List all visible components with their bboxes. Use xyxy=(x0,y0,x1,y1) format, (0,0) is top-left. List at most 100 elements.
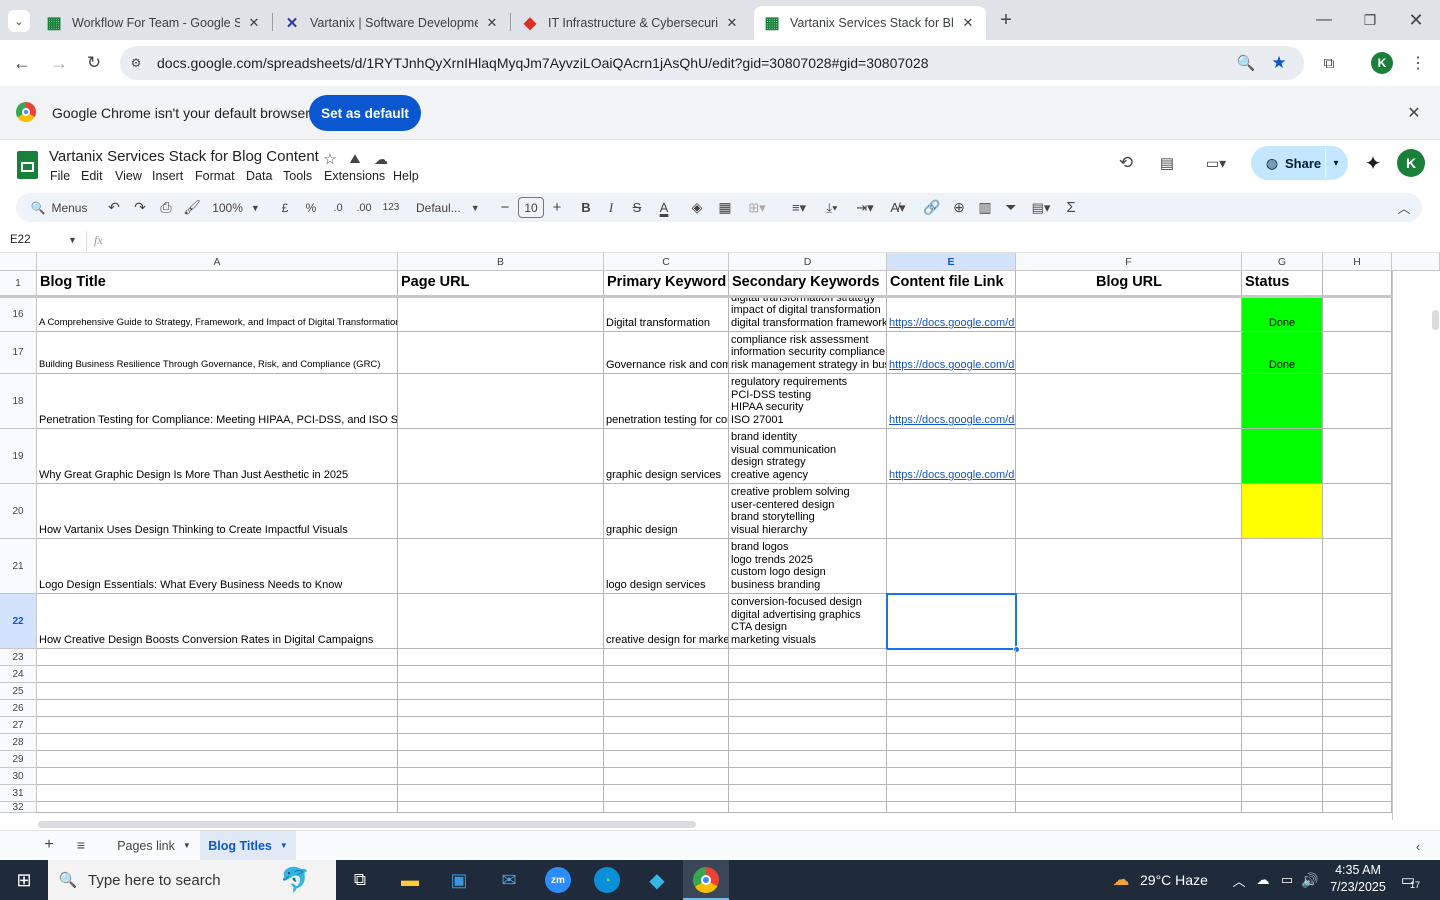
column-header-b[interactable]: B xyxy=(398,253,604,271)
weather-icon[interactable]: ☁ xyxy=(1108,869,1134,891)
column-header-c[interactable]: C xyxy=(604,253,729,271)
page-url-cell[interactable] xyxy=(398,594,604,649)
content-file-link[interactable]: https://docs.google.com/do xyxy=(889,317,1015,330)
empty-cell[interactable] xyxy=(604,666,729,683)
paint-format-icon[interactable]: 🖌 xyxy=(182,193,202,222)
empty-cell[interactable] xyxy=(729,751,887,768)
header-cell-d[interactable]: Secondary Keywords xyxy=(729,271,887,296)
text-color-button[interactable]: A xyxy=(655,193,673,222)
column-header-d[interactable]: D xyxy=(729,253,887,271)
zoom-app-icon[interactable]: zm xyxy=(545,867,571,893)
secondary-keywords-cell[interactable]: regulatory requirements PCI-DSS testing HI… xyxy=(729,374,887,429)
content-link-cell[interactable] xyxy=(887,484,1016,539)
empty-cell[interactable] xyxy=(887,751,1016,768)
title-cell[interactable]: A Comprehensive Guide to Strategy, Frame… xyxy=(37,298,398,332)
document-title[interactable]: Vartanix Services Stack for Blog Content xyxy=(49,148,319,165)
share-dropdown-icon[interactable]: ▾ xyxy=(1328,154,1344,172)
row-header-21[interactable]: 21 xyxy=(0,539,37,594)
content-file-link[interactable]: https://docs.google.com/do xyxy=(889,469,1015,482)
minimize-icon[interactable]: — xyxy=(1312,8,1336,32)
name-box[interactable]: E22 xyxy=(10,234,30,246)
empty-cell[interactable] xyxy=(398,734,604,751)
empty-cell[interactable] xyxy=(1323,649,1392,666)
text-wrap-icon[interactable]: ⇥▾ xyxy=(851,193,879,222)
empty-cell[interactable] xyxy=(398,768,604,785)
bold-button[interactable]: B xyxy=(578,193,594,222)
empty-cell[interactable] xyxy=(1323,751,1392,768)
clock-date[interactable]: 7/23/2025 xyxy=(1326,880,1390,894)
url-text[interactable]: docs.google.com/spreadsheets/d/1RYTJnhQy… xyxy=(157,55,929,71)
search-menus-button[interactable]: 🔍 Menus xyxy=(24,193,94,222)
empty-cell[interactable] xyxy=(1016,717,1242,734)
content-link-cell[interactable] xyxy=(887,594,1016,649)
file-explorer-icon[interactable]: ▬ xyxy=(398,868,422,892)
site-info-icon[interactable]: ⚙ xyxy=(126,53,146,73)
title-cell[interactable]: Penetration Testing for Compliance: Meet… xyxy=(37,374,398,429)
title-cell[interactable]: How Vartanix Uses Design Thinking to Cre… xyxy=(37,484,398,539)
browser-tab-1[interactable]: ▦ Workflow For Team - Google Sh ✕ xyxy=(36,6,272,40)
header-cell-h[interactable] xyxy=(1323,271,1392,296)
header-cell-a[interactable]: Blog Title xyxy=(37,271,398,296)
empty-cell[interactable] xyxy=(604,700,729,717)
weather-text[interactable]: 29°C Haze xyxy=(1140,872,1208,888)
redo-icon[interactable]: ↷ xyxy=(130,193,150,222)
network-icon[interactable]: ▭ xyxy=(1277,870,1297,890)
empty-cell[interactable] xyxy=(37,717,398,734)
task-view-icon[interactable]: ⧉ xyxy=(348,868,372,892)
restore-icon[interactable]: ❐ xyxy=(1358,8,1382,32)
reload-icon[interactable]: ↻ xyxy=(82,51,106,75)
text-rotation-icon[interactable]: A̸▾ xyxy=(884,193,912,222)
empty-cell[interactable] xyxy=(729,734,887,751)
empty-cell[interactable] xyxy=(398,649,604,666)
row-header-24[interactable]: 24 xyxy=(0,666,37,683)
empty-cell[interactable] xyxy=(1242,751,1323,768)
secondary-keywords-cell[interactable]: brand identity visual communication design… xyxy=(729,429,887,484)
empty-cell[interactable] xyxy=(398,717,604,734)
vertical-align-icon[interactable]: ⤓▾ xyxy=(818,193,846,222)
page-url-cell[interactable] xyxy=(398,332,604,374)
empty-cell[interactable] xyxy=(1323,785,1392,802)
empty-cell[interactable] xyxy=(604,785,729,802)
menu-view[interactable]: View xyxy=(115,169,142,183)
font-select[interactable]: Defaul... ▼ xyxy=(416,193,482,222)
empty-cell[interactable] xyxy=(1323,374,1392,429)
empty-cell[interactable] xyxy=(604,768,729,785)
empty-cell[interactable] xyxy=(729,700,887,717)
header-cell-g[interactable]: Status xyxy=(1242,271,1323,296)
column-header-f[interactable]: F xyxy=(1016,253,1242,271)
column-header-e[interactable]: E xyxy=(887,253,1016,271)
primary-keyword-cell[interactable]: creative design for marke xyxy=(604,594,729,649)
decrease-font-size-icon[interactable]: − xyxy=(496,193,514,222)
content-link-cell[interactable]: https://docs.google.com/do xyxy=(887,429,1016,484)
name-box-dropdown-icon[interactable]: ▼ xyxy=(68,235,77,245)
empty-cell[interactable] xyxy=(1016,666,1242,683)
empty-cell[interactable] xyxy=(887,683,1016,700)
empty-cell[interactable] xyxy=(37,666,398,683)
title-cell[interactable]: Building Business Resilience Through Gov… xyxy=(37,332,398,374)
close-tab-icon[interactable]: ✕ xyxy=(484,15,500,31)
tab-search-icon[interactable]: ⌄ xyxy=(8,10,30,32)
menu-edit[interactable]: Edit xyxy=(81,169,103,183)
secondary-keywords-cell[interactable]: creative problem solving user-centered de… xyxy=(729,484,887,539)
empty-cell[interactable] xyxy=(398,751,604,768)
page-url-cell[interactable] xyxy=(398,429,604,484)
column-header-h[interactable]: H xyxy=(1323,253,1392,271)
empty-cell[interactable] xyxy=(1242,700,1323,717)
close-tab-icon[interactable]: ✕ xyxy=(246,15,262,31)
vscode-icon[interactable]: ◆ xyxy=(644,867,670,893)
empty-cell[interactable] xyxy=(398,666,604,683)
infobar-close-icon[interactable]: ✕ xyxy=(1403,102,1425,124)
empty-cell[interactable] xyxy=(398,802,604,813)
empty-cell[interactable] xyxy=(1016,700,1242,717)
page-url-cell[interactable] xyxy=(398,484,604,539)
blog-url-cell[interactable] xyxy=(1016,484,1242,539)
secondary-keywords-cell[interactable]: conversion-focused design digital adverti… xyxy=(729,594,887,649)
set-as-default-button[interactable]: Set as default xyxy=(309,95,421,131)
horizontal-scrollbar[interactable] xyxy=(38,821,696,828)
menu-file[interactable]: File xyxy=(50,169,70,183)
blog-url-cell[interactable] xyxy=(1016,332,1242,374)
empty-cell[interactable] xyxy=(37,802,398,813)
select-all-corner[interactable] xyxy=(0,253,37,271)
header-cell-c[interactable]: Primary Keyword xyxy=(604,271,729,296)
empty-cell[interactable] xyxy=(1242,768,1323,785)
